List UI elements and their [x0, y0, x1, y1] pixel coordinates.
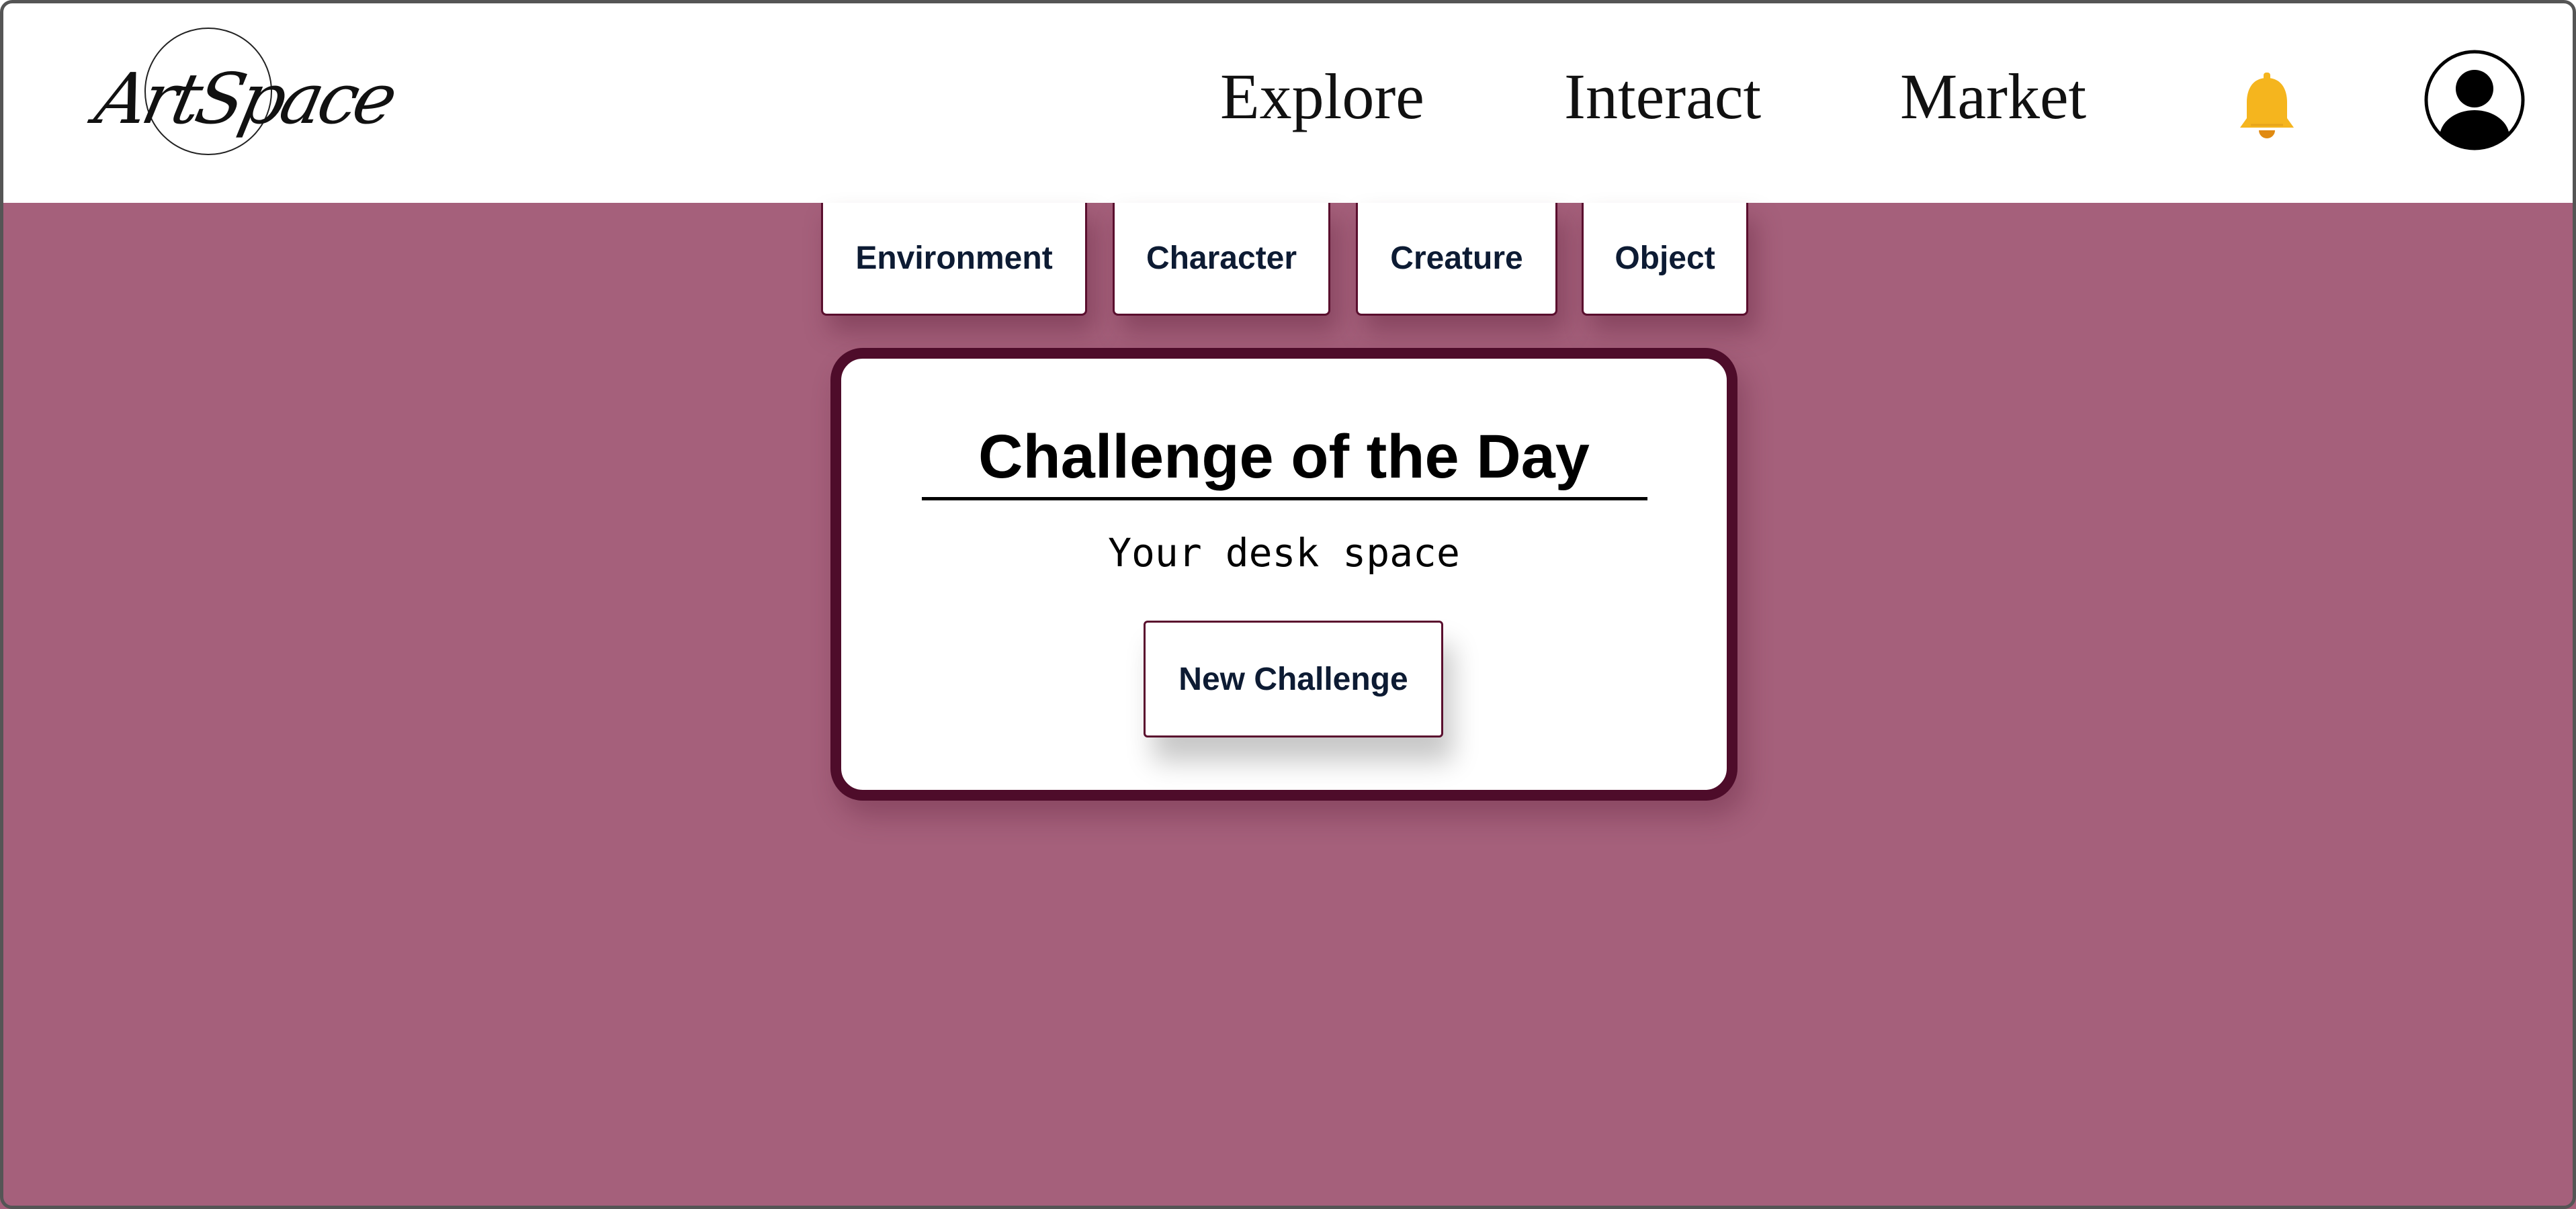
challenge-prompt: Your desk space	[1108, 530, 1460, 576]
nav-explore[interactable]: Explore	[1220, 64, 1424, 129]
nav-market[interactable]: Market	[1900, 64, 2086, 129]
top-header: ArtSpace Explore Interact Market	[0, 0, 2576, 203]
artspace-logo[interactable]: ArtSpace	[89, 26, 400, 167]
user-avatar-icon[interactable]	[2424, 50, 2525, 150]
logo-wordmark: ArtSpace	[89, 58, 401, 140]
title-underline	[922, 497, 1647, 500]
tab-environment[interactable]: Environment	[821, 203, 1087, 316]
new-challenge-button[interactable]: New Challenge	[1144, 621, 1443, 737]
bell-icon[interactable]	[2236, 73, 2298, 140]
tab-creature[interactable]: Creature	[1356, 203, 1557, 316]
tab-character[interactable]: Character	[1113, 203, 1330, 316]
tab-object[interactable]: Object	[1582, 203, 1748, 316]
challenge-card: Challenge of the Day Your desk space New…	[830, 348, 1737, 801]
nav-interact[interactable]: Interact	[1564, 64, 1761, 129]
challenge-title: Challenge of the Day	[978, 422, 1590, 491]
